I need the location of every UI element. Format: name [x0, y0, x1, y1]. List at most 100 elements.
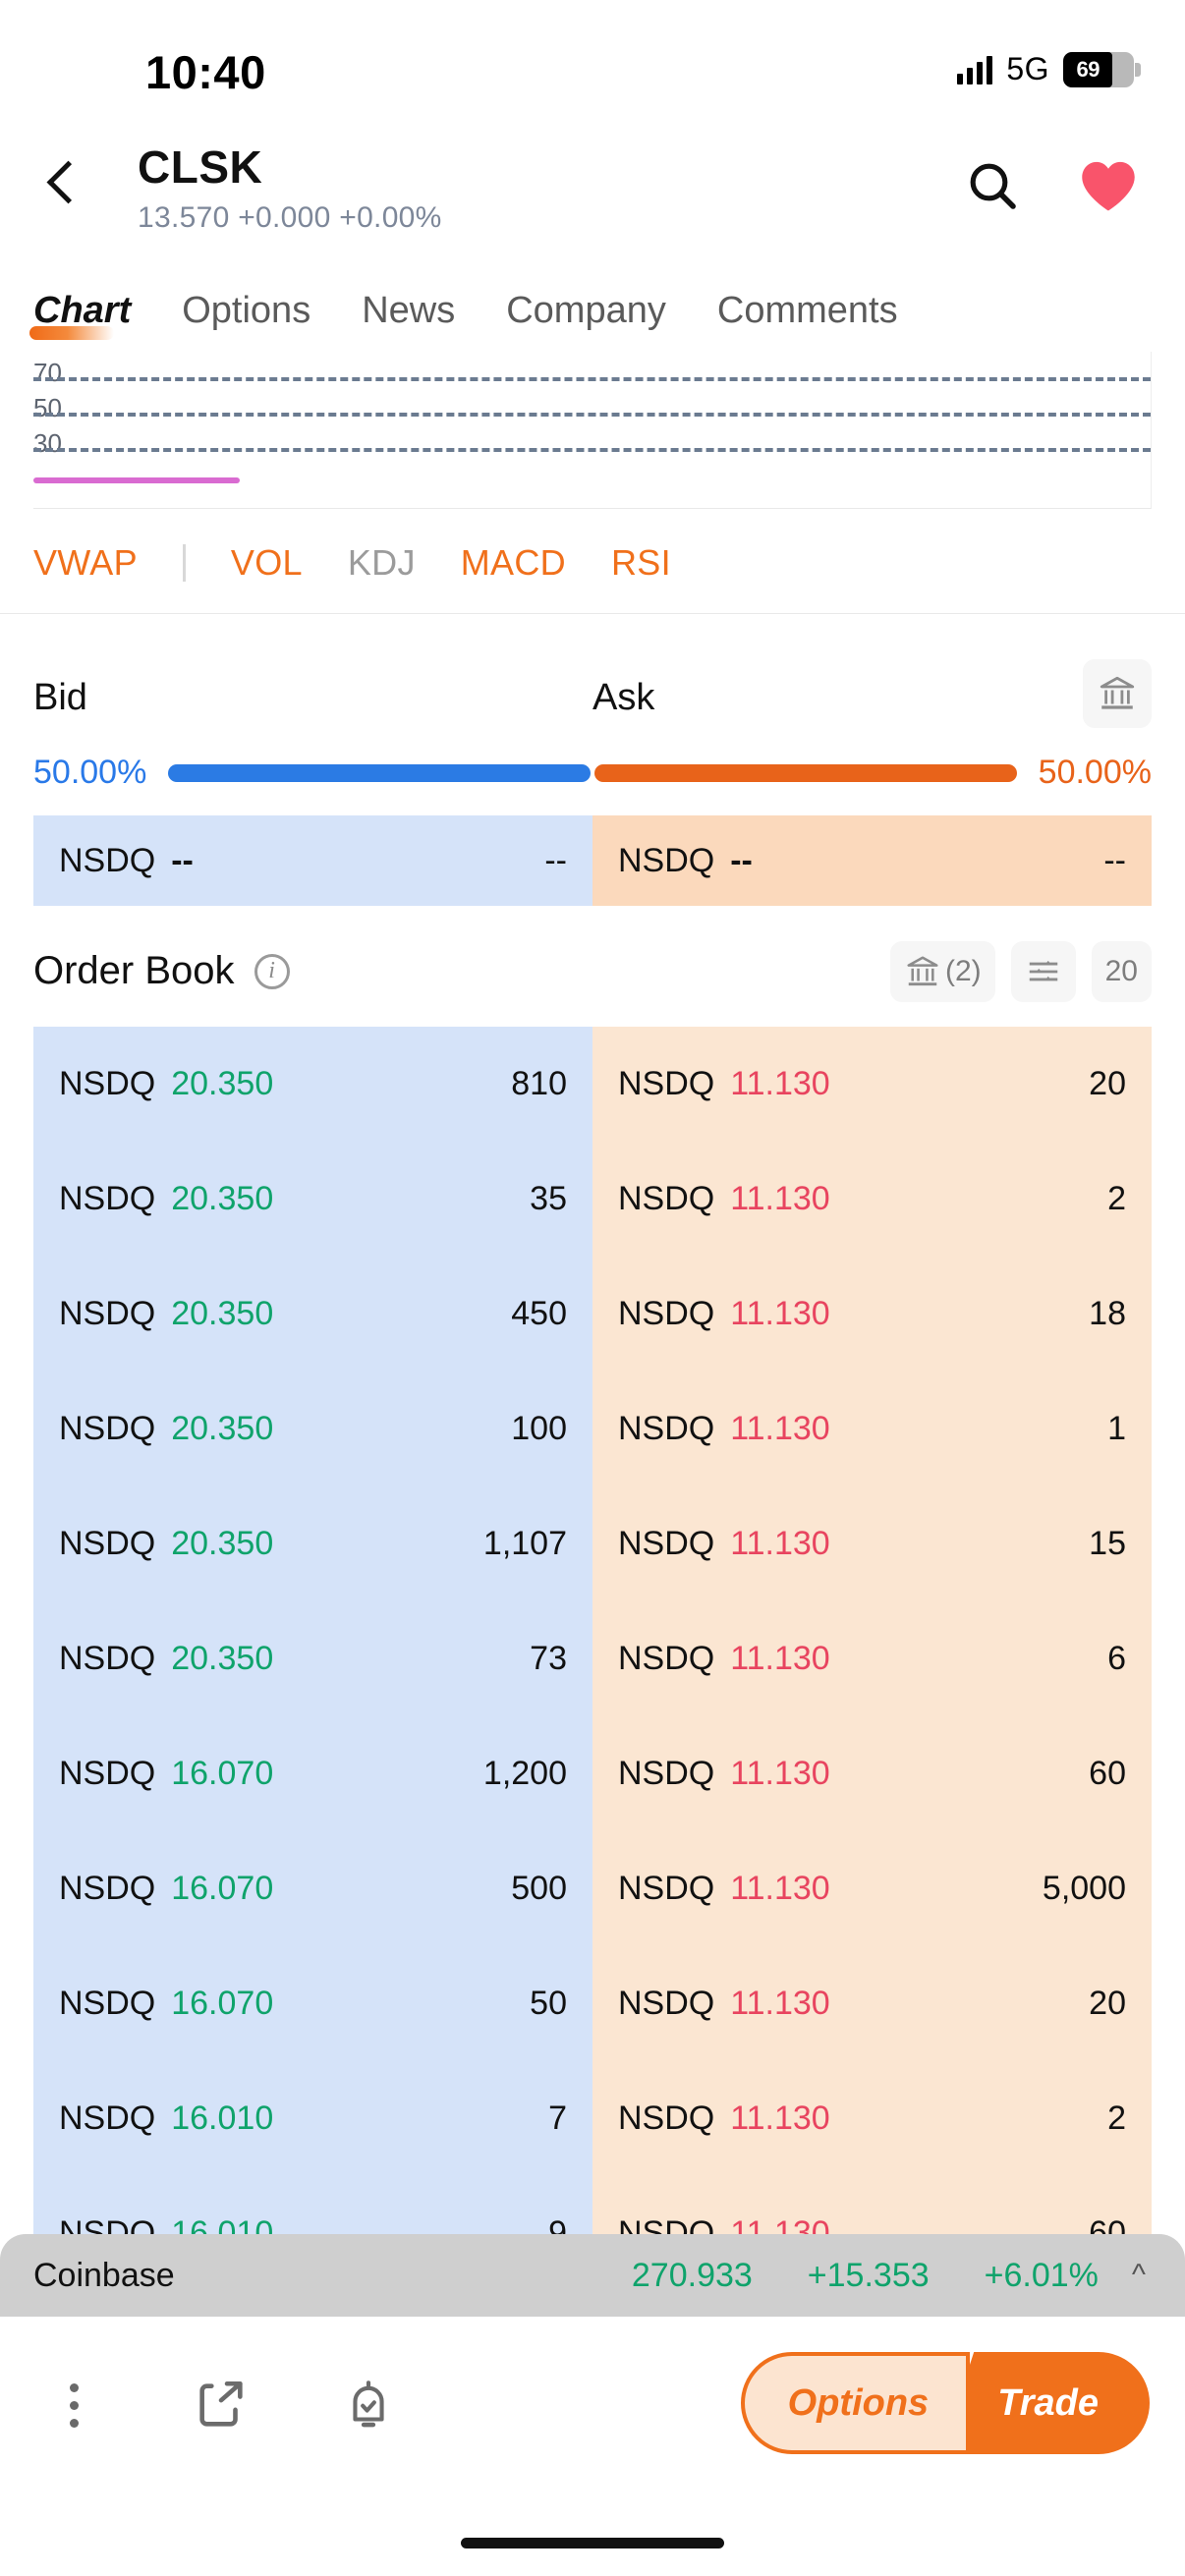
tab-chart[interactable]: Chart: [28, 290, 158, 346]
indicator-vol[interactable]: VOL: [231, 542, 303, 584]
table-row[interactable]: NSDQ 20.350 450: [33, 1257, 592, 1372]
ticker-name: Coinbase: [33, 2256, 175, 2294]
order-price: 11.130: [730, 2100, 830, 2137]
bid-ask-header: Bid Ask: [0, 659, 1185, 732]
bid-ask-section: Bid Ask 50.00% 50.00% NSDQ -- -- NSDQ --…: [0, 614, 1185, 906]
share-button[interactable]: [147, 2377, 295, 2434]
indicator-bar: VWAP VOL KDJ MACD RSI: [0, 509, 1185, 614]
order-market: NSDQ: [59, 1180, 156, 1217]
order-size: 35: [530, 1180, 567, 1217]
heart-icon: [1082, 161, 1135, 211]
ticker-value: 270.933: [631, 2256, 753, 2294]
order-price: 20.350: [171, 1410, 274, 1447]
table-row[interactable]: NSDQ 11.130 18: [592, 1257, 1152, 1372]
back-button[interactable]: [31, 154, 90, 213]
order-market: NSDQ: [59, 1640, 156, 1677]
status-time: 10:40: [145, 46, 266, 98]
table-row[interactable]: NSDQ 11.130 20: [592, 1027, 1152, 1142]
options-button[interactable]: Options: [740, 2352, 971, 2454]
tab-comments[interactable]: Comments: [717, 290, 926, 346]
table-row[interactable]: NSDQ 16.070 500: [33, 1831, 592, 1946]
table-row[interactable]: NSDQ 20.350 35: [33, 1142, 592, 1257]
more-button[interactable]: [0, 2382, 147, 2428]
table-row[interactable]: NSDQ 16.070 1,200: [33, 1716, 592, 1831]
indicator-kdj[interactable]: KDJ: [348, 542, 416, 584]
bell-check-icon: [353, 2380, 384, 2428]
chevron-up-icon[interactable]: ^: [1132, 2259, 1146, 2292]
table-row[interactable]: NSDQ 20.350 100: [33, 1372, 592, 1486]
trade-button-label: Trade: [997, 2381, 1099, 2424]
tab-options[interactable]: Options: [182, 290, 338, 346]
bid-size: --: [544, 841, 567, 879]
table-row[interactable]: NSDQ 11.130 5,000: [592, 1831, 1152, 1946]
order-size: 100: [511, 1410, 567, 1447]
trade-action-group: Options Trade: [740, 2352, 1150, 2454]
order-price: 20.350: [171, 1295, 274, 1332]
order-row-left: NSDQ 20.350: [59, 1640, 273, 1678]
status-indicators: 5G 69: [957, 51, 1141, 87]
order-book-table: NSDQ 20.350 810 NSDQ 20.350 35 NSDQ 20.350 450 NS…: [33, 1027, 1152, 2291]
order-row-left: NSDQ 11.130: [618, 2100, 830, 2138]
order-market: NSDQ: [618, 2100, 715, 2137]
tab-news[interactable]: News: [362, 290, 482, 346]
search-icon: [970, 163, 1016, 209]
table-row[interactable]: NSDQ 11.130 60: [592, 1716, 1152, 1831]
favorite-button[interactable]: [1077, 154, 1140, 217]
symbol-block: CLSK 13.570 +0.000 +0.00%: [138, 140, 442, 235]
order-size: 2: [1107, 1180, 1126, 1217]
order-row-left: NSDQ 20.350: [59, 1525, 273, 1563]
indicator-macd[interactable]: MACD: [461, 542, 566, 584]
table-row[interactable]: NSDQ 20.350 73: [33, 1601, 592, 1716]
order-book-settings-button[interactable]: [1010, 941, 1076, 1002]
bid-top-row[interactable]: NSDQ -- --: [33, 815, 592, 906]
bid-label: Bid: [33, 676, 87, 718]
order-book-depth-button[interactable]: 20: [1091, 941, 1152, 1002]
indicator-divider: [182, 544, 186, 582]
order-price: 11.130: [730, 1410, 830, 1447]
order-row-left: NSDQ 11.130: [618, 1640, 830, 1678]
order-book-bids: NSDQ 20.350 810 NSDQ 20.350 35 NSDQ 20.350 450 NS…: [33, 1027, 592, 2291]
order-price: 20.350: [171, 1065, 274, 1102]
order-price: 16.070: [171, 1870, 274, 1907]
order-row-left: NSDQ 20.350: [59, 1410, 273, 1448]
bid-ask-rows: NSDQ -- -- NSDQ -- --: [33, 815, 1152, 906]
order-size: 20: [1089, 1985, 1126, 2022]
bank-filter-button[interactable]: [1083, 659, 1152, 728]
table-row[interactable]: NSDQ 11.130 20: [592, 1946, 1152, 2061]
order-price: 11.130: [730, 1180, 830, 1217]
order-size: 500: [511, 1870, 567, 1907]
order-market: NSDQ: [618, 1870, 715, 1907]
table-row[interactable]: NSDQ 16.010 7: [33, 2061, 592, 2176]
order-price: 11.130: [730, 1065, 830, 1102]
table-row[interactable]: NSDQ 20.350 810: [33, 1027, 592, 1142]
ticker-bar[interactable]: Coinbase 270.933 +15.353 +6.01% ^: [0, 2234, 1185, 2317]
table-row[interactable]: NSDQ 11.130 2: [592, 1142, 1152, 1257]
order-price: 16.010: [171, 2100, 274, 2137]
trade-button[interactable]: Trade: [940, 2352, 1150, 2454]
order-size: 15: [1089, 1525, 1126, 1562]
order-book-bank-filter[interactable]: (2): [889, 941, 995, 1002]
indicator-vwap[interactable]: VWAP: [33, 542, 138, 584]
order-market: NSDQ: [618, 1755, 715, 1792]
order-size: 73: [530, 1640, 567, 1677]
more-vertical-icon: [69, 2382, 79, 2428]
rsi-chart-panel[interactable]: 70 50 30: [33, 352, 1152, 509]
indicator-rsi[interactable]: RSI: [611, 542, 671, 584]
bid-market: NSDQ: [59, 841, 156, 879]
table-row[interactable]: NSDQ 11.130 2: [592, 2061, 1152, 2176]
ask-top-row[interactable]: NSDQ -- --: [592, 815, 1152, 906]
info-icon[interactable]: i: [254, 953, 290, 989]
order-market: NSDQ: [618, 1295, 715, 1332]
table-row[interactable]: NSDQ 11.130 1: [592, 1372, 1152, 1486]
page-title: CLSK: [138, 141, 263, 193]
search-button[interactable]: [961, 154, 1024, 217]
table-row[interactable]: NSDQ 11.130 15: [592, 1486, 1152, 1601]
order-market: NSDQ: [618, 1525, 715, 1562]
options-button-label: Options: [787, 2381, 930, 2424]
table-row[interactable]: NSDQ 16.070 50: [33, 1946, 592, 2061]
table-row[interactable]: NSDQ 20.350 1,107: [33, 1486, 592, 1601]
table-row[interactable]: NSDQ 11.130 6: [592, 1601, 1152, 1716]
tab-company[interactable]: Company: [506, 290, 694, 346]
order-price: 11.130: [730, 1985, 830, 2022]
alert-button[interactable]: [295, 2377, 442, 2434]
